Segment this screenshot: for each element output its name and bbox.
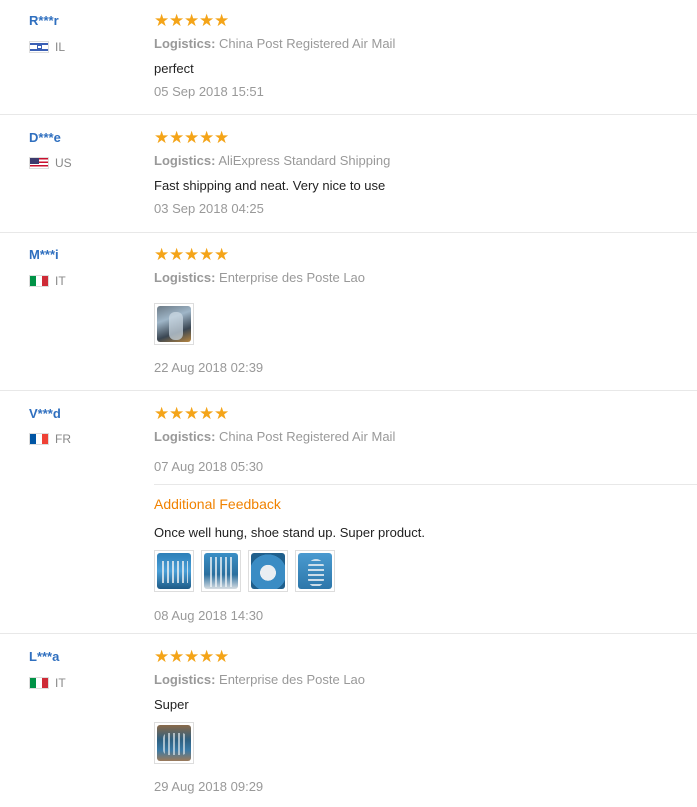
additional-feedback-date: 08 Aug 2018 14:30 <box>154 608 264 623</box>
country-code: IL <box>55 40 66 54</box>
star-icon: ★ <box>154 11 170 30</box>
logistics-info: Logistics: Enterprise des Poste Lao <box>154 672 365 687</box>
review-photo-thumbnail[interactable] <box>248 550 288 592</box>
review-photo-thumbnail[interactable] <box>154 550 194 592</box>
reviewer-name[interactable]: V***d <box>29 406 61 421</box>
country-code: IT <box>55 274 66 288</box>
star-rating: ★ ★ ★ ★ ★ <box>154 245 230 264</box>
review-date: 03 Sep 2018 04:25 <box>154 201 264 216</box>
star-icon: ★ <box>169 11 185 30</box>
star-icon: ★ <box>184 128 200 147</box>
country-code: FR <box>55 432 71 446</box>
star-icon: ★ <box>199 128 215 147</box>
additional-feedback-title: Additional Feedback <box>154 496 281 512</box>
star-icon: ★ <box>199 404 215 423</box>
star-icon: ★ <box>184 245 200 264</box>
star-icon: ★ <box>154 647 170 666</box>
review-photo-thumbnail[interactable] <box>154 303 194 345</box>
reviewer-country: IT <box>29 274 66 288</box>
logistics-value: Enterprise des Poste Lao <box>219 672 366 687</box>
review-date: 05 Sep 2018 15:51 <box>154 84 264 99</box>
reviewer-country: FR <box>29 432 71 446</box>
star-icon: ★ <box>184 647 200 666</box>
reviews-list: R***r IL ★ ★ ★ ★ ★ Logistics: China Post Reg… <box>0 0 697 807</box>
logistics-info: Logistics: China Post Registered Air Mai… <box>154 429 395 444</box>
star-icon: ★ <box>154 245 170 264</box>
star-icon: ★ <box>214 11 230 30</box>
logistics-info: Logistics: Enterprise des Poste Lao <box>154 270 365 285</box>
review-date: 29 Aug 2018 09:29 <box>154 779 264 794</box>
review-item: D***e US ★ ★ ★ ★ ★ Logistics: AliExpress Sta… <box>0 117 697 233</box>
star-icon: ★ <box>214 404 230 423</box>
country-code: IT <box>55 676 66 690</box>
review-photos <box>154 550 335 592</box>
it-flag-icon <box>29 677 49 689</box>
review-photos <box>154 722 194 764</box>
review-photo-thumbnail[interactable] <box>154 722 194 764</box>
star-icon: ★ <box>199 11 215 30</box>
logistics-label: Logistics: <box>154 153 216 168</box>
us-flag-icon <box>29 157 49 169</box>
review-item: V***d FR ★ ★ ★ ★ ★ Logistics: China Post Reg… <box>0 393 697 634</box>
it-flag-icon <box>29 275 49 287</box>
reviewer-name[interactable]: R***r <box>29 13 59 28</box>
star-icon: ★ <box>199 647 215 666</box>
star-icon: ★ <box>184 11 200 30</box>
review-text: Fast shipping and neat. Very nice to use <box>154 178 386 193</box>
star-icon: ★ <box>154 404 170 423</box>
reviewer-country: IL <box>29 40 65 54</box>
star-icon: ★ <box>214 647 230 666</box>
logistics-value: China Post Registered Air Mail <box>219 429 396 444</box>
star-icon: ★ <box>169 128 185 147</box>
additional-feedback-text: Once well hung, shoe stand up. Super pro… <box>154 525 426 540</box>
star-rating: ★ ★ ★ ★ ★ <box>154 647 230 666</box>
logistics-label: Logistics: <box>154 672 216 687</box>
review-item: M***i IT ★ ★ ★ ★ ★ Logistics: Enterprise des… <box>0 234 697 391</box>
logistics-label: Logistics: <box>154 270 216 285</box>
star-icon: ★ <box>214 128 230 147</box>
review-item: R***r IL ★ ★ ★ ★ ★ Logistics: China Post Reg… <box>0 0 697 115</box>
country-code: US <box>55 156 72 170</box>
review-photos <box>154 303 194 345</box>
logistics-value: AliExpress Standard Shipping <box>218 153 391 168</box>
reviewer-country: IT <box>29 676 66 690</box>
divider <box>0 232 697 233</box>
review-photo-thumbnail[interactable] <box>201 550 241 592</box>
logistics-label: Logistics: <box>154 36 216 51</box>
reviewer-name[interactable]: M***i <box>29 247 59 262</box>
review-text: perfect <box>154 61 194 76</box>
star-icon: ★ <box>154 128 170 147</box>
star-rating: ★ ★ ★ ★ ★ <box>154 128 230 147</box>
review-date: 07 Aug 2018 05:30 <box>154 459 264 474</box>
review-text: Super <box>154 697 189 712</box>
divider <box>154 484 697 485</box>
star-rating: ★ ★ ★ ★ ★ <box>154 11 230 30</box>
il-flag-icon <box>29 41 49 53</box>
logistics-info: Logistics: China Post Registered Air Mai… <box>154 36 395 51</box>
fr-flag-icon <box>29 433 49 445</box>
star-rating: ★ ★ ★ ★ ★ <box>154 404 230 423</box>
logistics-label: Logistics: <box>154 429 216 444</box>
star-icon: ★ <box>184 404 200 423</box>
logistics-value: China Post Registered Air Mail <box>219 36 396 51</box>
reviewer-country: US <box>29 156 72 170</box>
logistics-info: Logistics: AliExpress Standard Shipping <box>154 153 390 168</box>
review-photo-thumbnail[interactable] <box>295 550 335 592</box>
star-icon: ★ <box>169 647 185 666</box>
review-item: L***a IT ★ ★ ★ ★ ★ Logistics: Enterprise des… <box>0 636 697 807</box>
reviewer-name[interactable]: D***e <box>29 130 61 145</box>
star-icon: ★ <box>214 245 230 264</box>
reviewer-name[interactable]: L***a <box>29 649 59 664</box>
review-date: 22 Aug 2018 02:39 <box>154 360 264 375</box>
star-icon: ★ <box>169 404 185 423</box>
divider <box>0 390 697 391</box>
star-icon: ★ <box>199 245 215 264</box>
logistics-value: Enterprise des Poste Lao <box>219 270 366 285</box>
divider <box>0 114 697 115</box>
divider <box>0 633 697 634</box>
star-icon: ★ <box>169 245 185 264</box>
